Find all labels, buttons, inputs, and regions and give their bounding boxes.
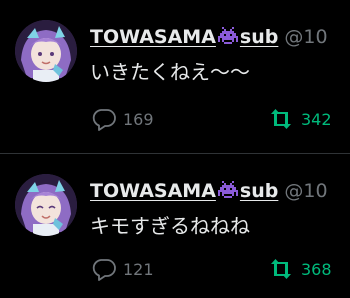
retweet-count: 368 [301, 259, 332, 279]
retweet-icon [271, 259, 291, 279]
user-handle[interactable]: @10 [284, 180, 327, 202]
retweet-count: 342 [301, 109, 332, 129]
retweet-button[interactable]: 368 [268, 254, 332, 284]
reply-button[interactable]: 169 [92, 104, 154, 134]
purple-space-invader-icon [217, 27, 238, 44]
retweet-icon [271, 109, 291, 129]
reply-count: 121 [123, 259, 154, 279]
tweet-header: TOWASAMA sub @10 [90, 24, 328, 50]
reply-icon [92, 259, 116, 281]
avatar[interactable] [15, 20, 77, 82]
display-name[interactable]: TOWASAMA sub [90, 180, 278, 202]
user-handle[interactable]: @10 [284, 26, 327, 48]
tweet-text: キモすぎるねねね [90, 214, 250, 238]
tweet-actions: 121 368 [90, 254, 350, 284]
tweet[interactable]: TOWASAMA sub @10 キモすぎるねねね 121 368 [0, 154, 350, 298]
tweet-feed: TOWASAMA sub @10 いきたくねえ～～ 169 342 TOWASA… [0, 0, 350, 298]
avatar[interactable] [15, 174, 77, 236]
reply-button[interactable]: 121 [92, 254, 154, 284]
reply-count: 169 [123, 109, 154, 129]
display-name[interactable]: TOWASAMA sub [90, 26, 278, 48]
tweet-header: TOWASAMA sub @10 [90, 178, 328, 204]
tweet-text: いきたくねえ～～ [90, 60, 250, 84]
purple-space-invader-icon [217, 181, 238, 198]
retweet-button[interactable]: 342 [268, 104, 332, 134]
reply-icon [92, 109, 116, 131]
tweet-actions: 169 342 [90, 104, 350, 134]
tweet[interactable]: TOWASAMA sub @10 いきたくねえ～～ 169 342 [0, 0, 350, 153]
